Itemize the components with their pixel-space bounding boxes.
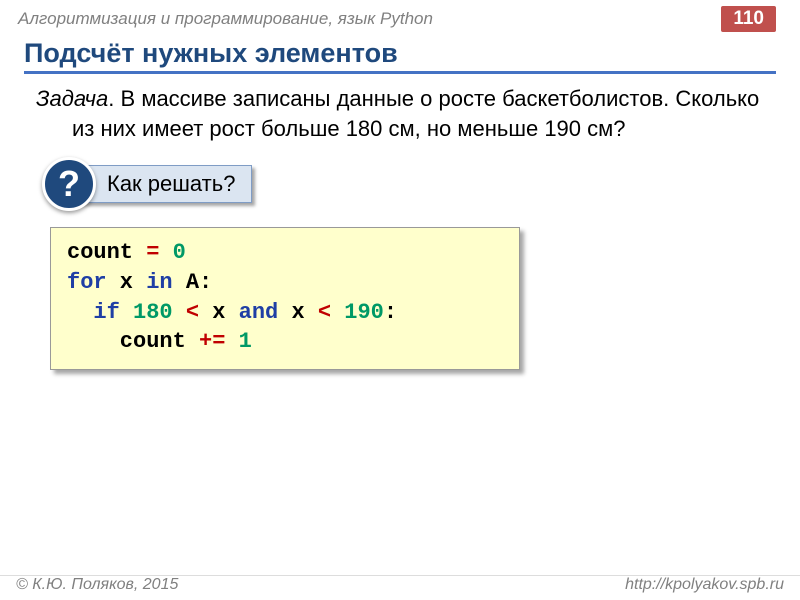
question-icon: ? xyxy=(42,157,96,211)
hint-box: Как решать? xyxy=(78,165,252,203)
hint-row: ? Как решать? xyxy=(42,157,800,211)
slide-header: Алгоритмизация и программирование, язык … xyxy=(0,0,800,34)
slide-footer: © К.Ю. Поляков, 2015 http://kpolyakov.sp… xyxy=(0,575,800,594)
task-block: Задача. В массиве записаны данные о рост… xyxy=(36,84,760,143)
footer-copyright: © К.Ю. Поляков, 2015 xyxy=(16,576,178,594)
page-number: 110 xyxy=(721,6,776,32)
task-label: Задача xyxy=(36,86,108,111)
section-title: Подсчёт нужных элементов xyxy=(24,38,776,74)
header-title: Алгоритмизация и программирование, язык … xyxy=(18,9,433,29)
task-sep: . xyxy=(108,86,120,111)
task-text: В массиве записаны данные о росте баскет… xyxy=(72,86,759,141)
code-block: count = 0 for x in A: if 180 < x and x <… xyxy=(50,227,520,370)
footer-url: http://kpolyakov.spb.ru xyxy=(625,576,784,594)
